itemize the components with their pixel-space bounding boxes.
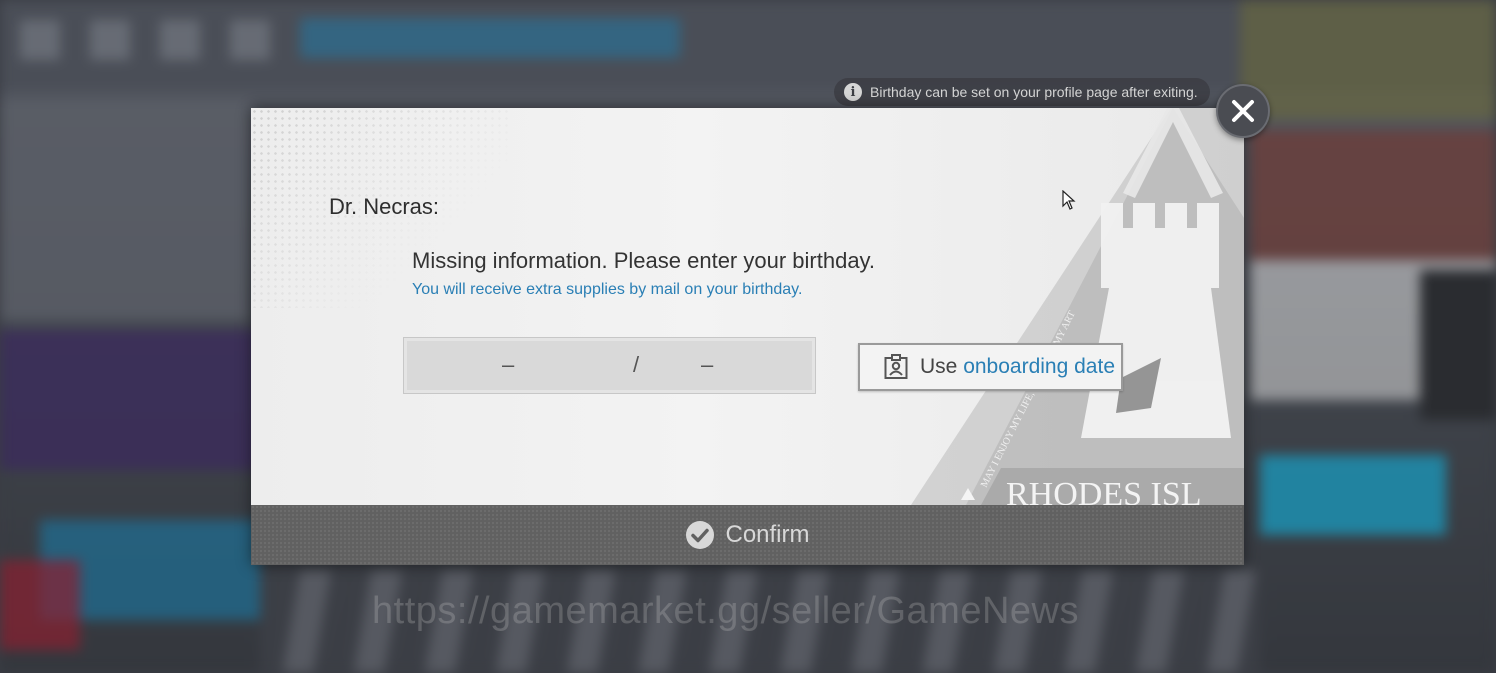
birthday-tooltip: i Birthday can be set on your profile pa… xyxy=(834,78,1210,106)
id-card-icon xyxy=(884,354,908,379)
birthday-separator: / xyxy=(633,352,640,377)
cursor-icon xyxy=(1062,190,1076,210)
use-button-highlight: onboarding date xyxy=(963,355,1116,378)
birthday-day[interactable]: – xyxy=(701,352,713,378)
info-icon: i xyxy=(844,83,862,101)
close-icon xyxy=(1232,100,1254,122)
supplies-subtext: You will receive extra supplies by mail … xyxy=(412,281,803,298)
confirm-label: Confirm xyxy=(725,521,810,548)
birthday-dialog: RHODES ISL MAY I ENJOY MY LIFE, PRACTICE… xyxy=(251,108,1244,565)
missing-info-message: Missing information. Please enter your b… xyxy=(412,248,876,273)
birthday-input[interactable]: – / – xyxy=(403,337,816,394)
use-onboarding-date-button[interactable]: Use onboarding date xyxy=(858,343,1123,391)
rhodes-island-emblem: RHODES ISL MAY I ENJOY MY LIFE, PRACTICE… xyxy=(911,108,1244,505)
check-icon xyxy=(686,521,715,549)
tooltip-text: Birthday can be set on your profile page… xyxy=(870,84,1198,100)
emblem-text: RHODES ISL xyxy=(1006,476,1202,505)
watermark-text: https://gamemarket.gg/seller/GameNews xyxy=(372,590,1079,632)
birthday-month[interactable]: – xyxy=(502,352,514,378)
dialog-panel: RHODES ISL MAY I ENJOY MY LIFE, PRACTICE… xyxy=(251,108,1244,505)
greeting-text: Dr. Necras: xyxy=(329,194,440,219)
close-button[interactable] xyxy=(1216,84,1270,138)
confirm-button[interactable]: Confirm xyxy=(251,505,1244,565)
use-button-prefix: Use xyxy=(920,355,958,378)
